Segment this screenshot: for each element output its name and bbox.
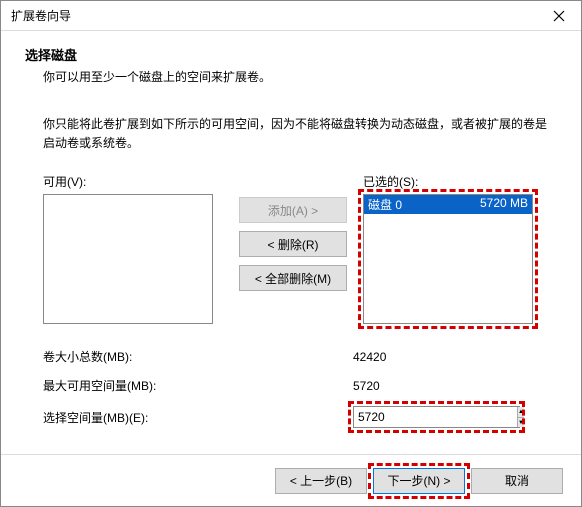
- add-button[interactable]: 添加(A) >: [239, 197, 347, 223]
- list-item-disk: 磁盘 0: [368, 196, 402, 213]
- remove-all-button[interactable]: < 全部删除(M): [239, 265, 347, 291]
- wizard-window: 扩展卷向导 选择磁盘 你可以用至少一个磁盘上的空间来扩展卷。 你只能将此卷扩展到…: [0, 0, 582, 507]
- window-title: 扩展卷向导: [11, 7, 71, 24]
- size-fields: 卷大小总数(MB): 42420 最大可用空间量(MB): 5720 选择空间量…: [43, 348, 557, 428]
- page-heading: 选择磁盘: [25, 45, 557, 64]
- select-space-row: 选择空间量(MB)(E): ▲ ▼: [43, 406, 557, 428]
- spin-down-button[interactable]: ▼: [518, 417, 524, 428]
- total-size-value: 42420: [353, 350, 386, 364]
- cancel-button[interactable]: 取消: [471, 468, 563, 494]
- wizard-footer: < 上一步(B) 下一步(N) > 取消: [1, 454, 581, 506]
- selected-label: 已选的(S):: [363, 173, 543, 190]
- total-size-label: 卷大小总数(MB):: [43, 348, 353, 365]
- select-space-label: 选择空间量(MB)(E):: [43, 409, 353, 426]
- selected-listbox[interactable]: 磁盘 0 5720 MB: [363, 194, 533, 324]
- back-button[interactable]: < 上一步(B): [275, 468, 367, 494]
- available-listbox[interactable]: [43, 194, 213, 324]
- selected-column: 已选的(S): 磁盘 0 5720 MB: [363, 173, 543, 324]
- spin-up-button[interactable]: ▲: [518, 407, 524, 417]
- list-item-size: 5720 MB: [480, 196, 528, 213]
- max-space-label: 最大可用空间量(MB):: [43, 377, 353, 394]
- close-icon: [553, 10, 565, 22]
- spin-buttons: ▲ ▼: [517, 407, 524, 427]
- transfer-buttons-column: 添加(A) > < 删除(R) < 全部删除(M): [223, 173, 363, 324]
- select-space-input[interactable]: [354, 407, 517, 427]
- select-space-input-wrap: ▲ ▼: [353, 406, 520, 428]
- list-item[interactable]: 磁盘 0 5720 MB: [364, 195, 532, 214]
- note-text: 你只能将此卷扩展到如下所示的可用空间，因为不能将磁盘转换为动态磁盘，或者被扩展的…: [43, 115, 547, 153]
- page-subheading: 你可以用至少一个磁盘上的空间来扩展卷。: [43, 68, 557, 85]
- total-size-row: 卷大小总数(MB): 42420: [43, 348, 557, 365]
- next-button[interactable]: 下一步(N) >: [373, 468, 465, 494]
- disk-selection-columns: 可用(V): 添加(A) > < 删除(R) < 全部删除(M) 已选的(S):…: [43, 173, 557, 324]
- available-label: 可用(V):: [43, 173, 223, 190]
- content-area: 选择磁盘 你可以用至少一个磁盘上的空间来扩展卷。 你只能将此卷扩展到如下所示的可…: [1, 31, 581, 428]
- titlebar: 扩展卷向导: [1, 1, 581, 31]
- max-space-value: 5720: [353, 379, 380, 393]
- available-column: 可用(V):: [43, 173, 223, 324]
- remove-button[interactable]: < 删除(R): [239, 231, 347, 257]
- max-space-row: 最大可用空间量(MB): 5720: [43, 377, 557, 394]
- close-button[interactable]: [537, 1, 581, 31]
